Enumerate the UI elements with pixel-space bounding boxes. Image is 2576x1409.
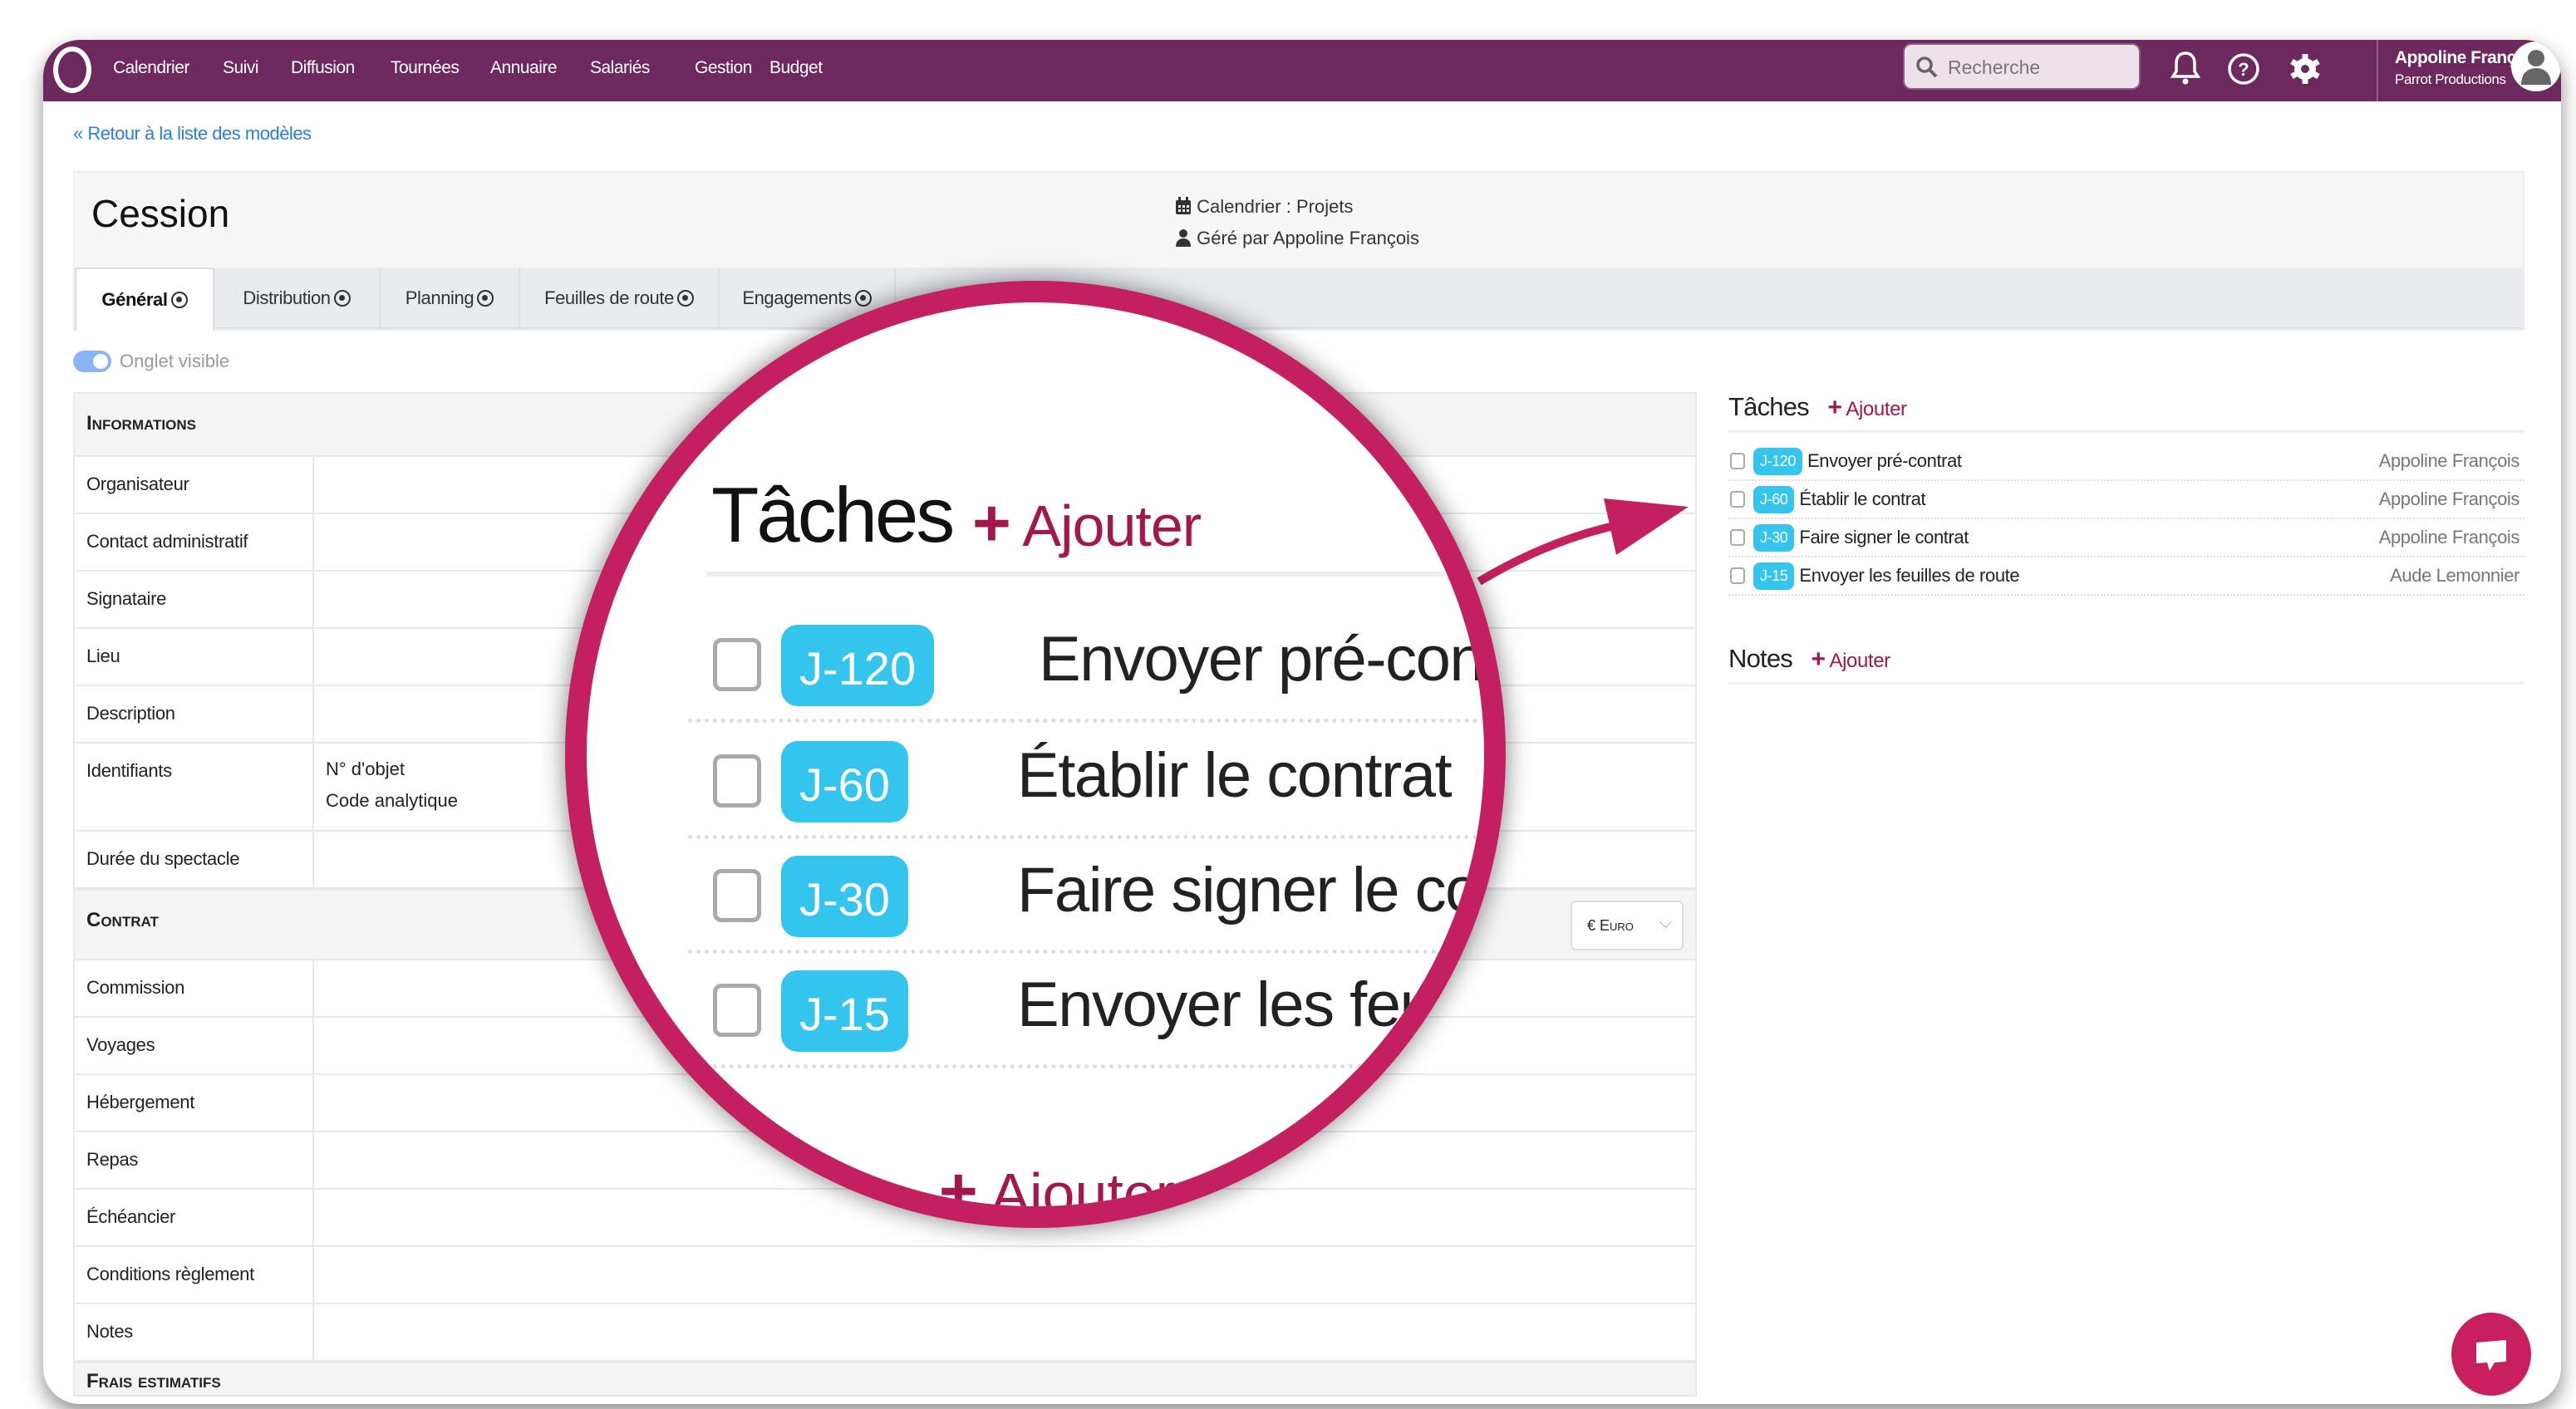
task-checkbox [713, 869, 761, 922]
magnified-task-item: J-15 Envoyer les feuilles de route [688, 952, 1484, 1068]
task-deadline-badge: J-30 [781, 856, 908, 937]
task-label: Envoyer les feuilles de route [1017, 970, 1484, 1040]
task-checkbox [713, 754, 761, 808]
task-deadline-badge: J-15 [781, 970, 908, 1052]
task-label: Envoyer pré-contrat [1039, 624, 1500, 695]
divider [706, 572, 1484, 577]
task-checkbox [713, 638, 761, 691]
magnifier-lens: Tâches + Ajouter J-120 Envoyer pré-contra… [565, 281, 1506, 1228]
task-label: Faire signer le contrat [1017, 855, 1506, 925]
magnified-tasks-title: Tâches [711, 471, 955, 558]
task-label: Établir le contrat [1017, 740, 1453, 811]
magnified-task-item: J-30 Faire signer le contrat [688, 837, 1506, 954]
task-deadline-badge: J-120 [781, 625, 935, 706]
magnified-add-label: Ajouter [1022, 493, 1202, 558]
magnified-add-task: + Ajouter [972, 486, 1202, 560]
task-checkbox [713, 984, 761, 1037]
magnified-task-item: J-60 Établir le contrat [688, 723, 1484, 839]
task-deadline-badge: J-60 [781, 741, 908, 822]
magnified-task-item: J-120 Envoyer pré-contrat [688, 606, 1500, 723]
